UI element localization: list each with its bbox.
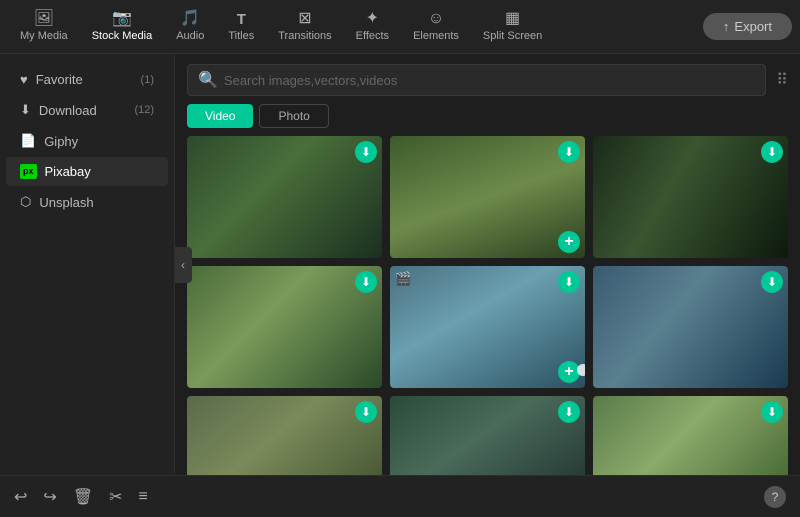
nav-label-split-screen: Split Screen <box>483 30 542 42</box>
sidebar-label-download: Download <box>39 103 97 118</box>
transitions-icon: ⊠ <box>298 11 311 27</box>
tab-photo[interactable]: Photo <box>259 104 328 128</box>
nav-item-audio[interactable]: 🎵 Audio <box>164 3 216 51</box>
grid-view-icon[interactable]: ⠿ <box>776 70 788 90</box>
main-area: ♥ Favorite (1) ⬇ Download (12) 📄 Giphy p… <box>0 54 800 475</box>
cut-button[interactable]: ✂ <box>109 487 122 507</box>
download-btn-2[interactable]: ⬇ <box>558 141 580 163</box>
menu-button[interactable]: ≡ <box>139 488 148 506</box>
download-count: (12) <box>134 104 154 116</box>
download-btn-8[interactable]: ⬇ <box>558 401 580 423</box>
sidebar-label-favorite: Favorite <box>36 72 83 87</box>
export-button[interactable]: ↑ Export <box>703 13 792 40</box>
heart-icon: ♥ <box>20 72 28 87</box>
thumbnail-8[interactable]: ⬇ <box>390 396 585 475</box>
elements-icon: ☺ <box>428 11 444 27</box>
nav-item-transitions[interactable]: ⊠ Transitions <box>266 3 343 51</box>
sidebar-item-download[interactable]: ⬇ Download (12) <box>6 95 168 125</box>
sidebar-item-favorite[interactable]: ♥ Favorite (1) <box>6 65 168 94</box>
add-btn-5[interactable]: + <box>558 361 580 383</box>
download-btn-3[interactable]: ⬇ <box>761 141 783 163</box>
thumbnail-8b[interactable]: ⬇ <box>593 396 788 475</box>
export-icon: ↑ <box>723 19 730 34</box>
favorite-count: (1) <box>141 74 154 86</box>
search-input[interactable] <box>224 73 755 88</box>
nav-item-split-screen[interactable]: ▦ Split Screen <box>471 3 554 51</box>
nav-item-elements[interactable]: ☺ Elements <box>401 3 471 51</box>
thumbnail-1[interactable]: ⬇ <box>187 136 382 258</box>
sidebar-label-giphy: Giphy <box>44 134 78 149</box>
nav-label-my-media: My Media <box>20 30 68 42</box>
content-area: ‹ 🔍 ⠿ Video Photo ⬇ ⬇ + <box>175 54 800 475</box>
nav-label-audio: Audio <box>176 30 204 42</box>
delete-button[interactable]: 🗑 <box>73 487 93 507</box>
sidebar-item-giphy[interactable]: 📄 Giphy <box>6 126 168 156</box>
nav-label-titles: Titles <box>228 30 254 42</box>
download-btn-1[interactable]: ⬇ <box>355 141 377 163</box>
sidebar-item-pixabay[interactable]: px Pixabay <box>6 157 168 186</box>
pixabay-icon: px <box>20 164 37 179</box>
unsplash-icon: ⬡ <box>20 194 31 210</box>
my-media-icon: 🖼 <box>34 11 54 27</box>
export-label: Export <box>734 19 772 34</box>
sidebar-item-unsplash[interactable]: ⬡ Unsplash <box>6 187 168 217</box>
download-btn-4[interactable]: ⬇ <box>355 271 377 293</box>
grid-area: ⬇ ⬇ + ⬇ ⬇ 🎬 ⬇ + <box>175 136 800 475</box>
tab-video[interactable]: Video <box>187 104 253 128</box>
nav-label-stock-media: Stock Media <box>92 30 153 42</box>
search-input-wrap: 🔍 <box>187 64 766 96</box>
thumbnail-3[interactable]: ⬇ <box>593 136 788 258</box>
nav-item-effects[interactable]: ✦ Effects <box>344 3 401 51</box>
audio-icon: 🎵 <box>180 11 200 27</box>
thumbnail-6[interactable]: ⬇ <box>593 266 788 388</box>
download-btn-7[interactable]: ⬇ <box>355 401 377 423</box>
nav-item-my-media[interactable]: 🖼 My Media <box>8 3 80 51</box>
sidebar-label-pixabay: Pixabay <box>45 164 91 179</box>
bottom-bar: ↩ ↪ 🗑 ✂ ≡ ? <box>0 475 800 517</box>
sidebar-toggle-button[interactable]: ‹ <box>175 247 192 283</box>
redo-button[interactable]: ↪ <box>43 487 56 507</box>
search-bar: 🔍 ⠿ <box>175 54 800 102</box>
giphy-icon: 📄 <box>20 133 36 149</box>
sidebar: ♥ Favorite (1) ⬇ Download (12) 📄 Giphy p… <box>0 54 175 475</box>
video-icon-5: 🎬 <box>395 271 411 287</box>
undo-button[interactable]: ↩ <box>14 487 27 507</box>
thumbnail-2[interactable]: ⬇ + <box>390 136 585 258</box>
nav-label-transitions: Transitions <box>278 30 331 42</box>
nav-item-stock-media[interactable]: 📷 Stock Media <box>80 3 165 51</box>
download-btn-6[interactable]: ⬇ <box>761 271 783 293</box>
titles-icon: T <box>237 12 246 27</box>
thumbnail-7[interactable]: ⬇ <box>187 396 382 475</box>
tab-row: Video Photo <box>175 102 800 136</box>
effects-icon: ✦ <box>366 11 379 27</box>
split-screen-icon: ▦ <box>505 11 520 27</box>
help-button[interactable]: ? <box>764 486 786 508</box>
thumbnail-5[interactable]: 🎬 ⬇ + <box>390 266 585 388</box>
nav-label-effects: Effects <box>356 30 389 42</box>
download-icon: ⬇ <box>20 102 31 118</box>
download-btn-5[interactable]: ⬇ <box>558 271 580 293</box>
download-btn-8b[interactable]: ⬇ <box>761 401 783 423</box>
nav-label-elements: Elements <box>413 30 459 42</box>
thumbnail-grid: ⬇ ⬇ + ⬇ ⬇ 🎬 ⬇ + <box>187 136 788 475</box>
thumbnail-4[interactable]: ⬇ <box>187 266 382 388</box>
nav-item-titles[interactable]: T Titles <box>216 3 266 51</box>
stock-media-icon: 📷 <box>112 11 132 27</box>
add-btn-2[interactable]: + <box>558 231 580 253</box>
search-icon: 🔍 <box>198 70 218 90</box>
top-nav: 🖼 My Media 📷 Stock Media 🎵 Audio T Title… <box>0 0 800 54</box>
sidebar-label-unsplash: Unsplash <box>39 195 93 210</box>
